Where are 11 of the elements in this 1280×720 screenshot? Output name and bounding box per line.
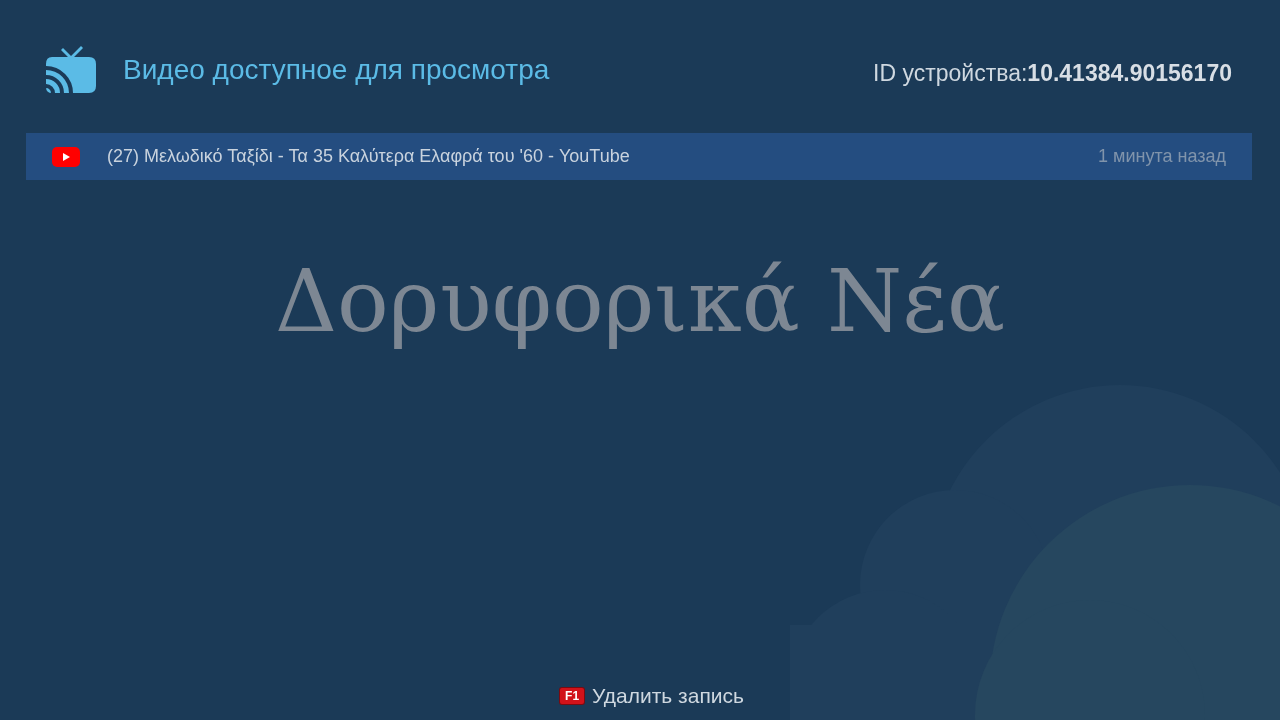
channel-name: Δορυφορικά Νέα [274, 254, 1005, 349]
tv-cast-icon [45, 46, 97, 94]
video-title: (27) Μελωδικό Ταξίδι - Τα 35 Καλύτερα Ελαφρά του '60 - YouTube [107, 146, 631, 167]
play-logo-icon [52, 146, 80, 167]
delete-action[interactable]: Удалить запись [592, 684, 744, 708]
device-id: 10.41384.90156170 [1027, 59, 1232, 87]
page-title: Видео доступное для просмотра [123, 54, 550, 86]
key-hint: F1 [560, 688, 585, 704]
video-time: 1 минута назад [1098, 146, 1226, 167]
video-row[interactable]: (27) Μελωδικό Ταξίδι - Τα 35 Καλύτερα Ελαφρά του '60 - YouTube 1 минута назад [26, 133, 1252, 180]
device-id-label: ID устройства: [873, 59, 1028, 87]
